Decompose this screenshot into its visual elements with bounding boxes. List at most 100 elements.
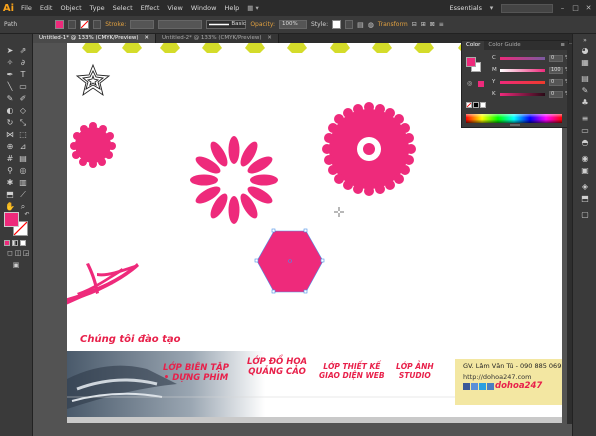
close-tab-icon[interactable]: ✕	[144, 35, 149, 41]
search-input[interactable]	[501, 3, 553, 13]
facebook-icon[interactable]	[463, 383, 470, 390]
menu-type[interactable]: Type	[86, 4, 109, 12]
magenta-value[interactable]: 100	[549, 66, 563, 74]
fill-preview-swatch[interactable]	[466, 57, 476, 67]
tab-color-guide[interactable]: Color Guide	[484, 41, 524, 50]
artboards-icon[interactable]: ⬒	[580, 194, 590, 204]
eraser-tool-icon[interactable]: ◇	[18, 106, 28, 116]
menu-effect[interactable]: Effect	[137, 4, 164, 12]
color-guide-icon[interactable]: ▦	[580, 58, 590, 68]
transform-link[interactable]: Transform	[378, 21, 408, 28]
rectangle-tool-icon[interactable]: ▭	[18, 82, 28, 92]
draw-inside-icon[interactable]: ◲	[21, 248, 31, 258]
close-tab-icon[interactable]: ✕	[267, 35, 272, 41]
mesh-tool-icon[interactable]: #	[5, 154, 15, 164]
symbol-sprayer-tool-icon[interactable]: ✱	[5, 178, 15, 188]
vertical-scrollbar[interactable]	[567, 44, 572, 424]
magic-wand-tool-icon[interactable]: ✧	[5, 58, 15, 68]
bridge-icon[interactable]: ▦ ▾	[243, 4, 262, 12]
tab-untitled-2[interactable]: Untitled-2* @ 133% (CMYK/Preview) ✕	[155, 34, 279, 43]
eyedropper-tool-icon[interactable]: ⚲	[5, 166, 15, 176]
swatches-icon[interactable]: ▤	[580, 74, 590, 84]
tab-untitled-1[interactable]: Untitled-1* @ 133% (CMYK/Preview) ✕	[33, 34, 156, 43]
yellow-value[interactable]: 0	[549, 78, 563, 86]
menu-edit[interactable]: Edit	[36, 4, 57, 12]
artboard-tool-icon[interactable]: ⬒	[5, 190, 15, 200]
column-graph-tool-icon[interactable]: ▥	[18, 178, 28, 188]
pencil-tool-icon[interactable]: ✐	[18, 94, 28, 104]
blend-tool-icon[interactable]: ◎	[18, 166, 28, 176]
black-swatch[interactable]	[473, 102, 479, 108]
symbols-icon[interactable]: ♣	[580, 98, 590, 108]
rotate-tool-icon[interactable]: ↻	[5, 118, 15, 128]
black-slider[interactable]	[500, 92, 545, 96]
stroke-swatch[interactable]	[80, 20, 90, 29]
youtube-icon[interactable]	[471, 383, 478, 390]
panel-resize-handle[interactable]	[510, 124, 520, 126]
lasso-tool-icon[interactable]: ∂	[18, 58, 28, 68]
workspace-switcher[interactable]: Essentials	[449, 4, 482, 12]
variable-width-field[interactable]	[158, 20, 203, 29]
fill-swatch[interactable]	[55, 20, 65, 29]
yellow-slider[interactable]	[500, 80, 545, 84]
minimize-icon[interactable]: –	[559, 4, 566, 12]
perspective-grid-tool-icon[interactable]: ⊿	[18, 142, 28, 152]
skype-icon[interactable]	[479, 383, 486, 390]
graphic-style-swatch[interactable]	[332, 20, 342, 29]
menu-help[interactable]: Help	[220, 4, 243, 12]
width-tool-icon[interactable]: ⋈	[5, 130, 15, 140]
opacity-label[interactable]: Opacity:	[250, 21, 275, 28]
chevron-down-icon[interactable]: ▾	[488, 4, 495, 12]
google-icon[interactable]	[487, 383, 494, 390]
line-tool-icon[interactable]: ╲	[5, 82, 15, 92]
blob-brush-tool-icon[interactable]: ◐	[5, 106, 15, 116]
selection-tool-icon[interactable]: ➤	[5, 46, 15, 56]
appearance-icon[interactable]: ◉	[580, 154, 590, 164]
menu-window[interactable]: Window	[187, 4, 221, 12]
align-left-icon[interactable]: ⊟	[412, 21, 417, 28]
website-link[interactable]: http://dohoa247.com	[463, 373, 531, 381]
warning-icon[interactable]: ◎	[467, 80, 472, 87]
paintbrush-tool-icon[interactable]: ✎	[5, 94, 15, 104]
magenta-slider[interactable]	[500, 68, 545, 72]
stroke-label[interactable]: Stroke:	[105, 21, 126, 28]
free-transform-tool-icon[interactable]: ⬚	[18, 130, 28, 140]
pen-tool-icon[interactable]: ✒	[5, 70, 15, 80]
color-panel-icon[interactable]: ◕	[580, 46, 590, 56]
align-icon[interactable]: ▤	[357, 21, 364, 29]
stroke-icon[interactable]: ≡	[580, 114, 590, 124]
type-tool-icon[interactable]: T	[18, 70, 28, 80]
opacity-field[interactable]: 100%	[279, 20, 307, 29]
black-value[interactable]: 0	[549, 90, 563, 98]
fill-color-swatch-front[interactable]	[4, 212, 19, 227]
layers-icon[interactable]: ◈	[580, 182, 590, 192]
menu-view[interactable]: View	[163, 4, 186, 12]
none-swatch[interactable]	[466, 102, 472, 108]
color-spectrum-bar[interactable]	[466, 114, 562, 123]
graphic-styles-icon[interactable]: ▣	[580, 166, 590, 176]
direct-selection-tool-icon[interactable]: ⇗	[18, 46, 28, 56]
slice-tool-icon[interactable]: ⟋	[18, 190, 28, 200]
fill-dropdown[interactable]	[68, 20, 77, 29]
brushes-icon[interactable]: ✎	[580, 86, 590, 96]
stroke-weight-field[interactable]	[130, 20, 155, 29]
gradient-mode-button[interactable]	[12, 240, 18, 246]
recolor-icon[interactable]: ◍	[368, 21, 374, 29]
transparency-icon[interactable]: ◓	[580, 138, 590, 148]
white-swatch[interactable]	[480, 102, 486, 108]
color-mode-button[interactable]	[4, 240, 10, 246]
none-mode-button[interactable]	[20, 240, 26, 246]
cyan-value[interactable]: 0	[549, 54, 563, 62]
collapse-panels-icon[interactable]: »	[580, 36, 590, 46]
gradient-icon[interactable]: ▭	[580, 126, 590, 136]
stroke-dropdown[interactable]	[93, 20, 102, 29]
brush-definition-field[interactable]: Basic	[206, 20, 247, 29]
distribute-icon[interactable]: ⊠	[430, 21, 435, 28]
panel-menu-icon[interactable]: ≡	[439, 21, 444, 28]
menu-file[interactable]: File	[17, 4, 36, 12]
swap-colors-icon[interactable]: ↶	[22, 210, 32, 220]
menu-select[interactable]: Select	[109, 4, 137, 12]
hand-tool-icon[interactable]: ✋	[5, 202, 15, 212]
navigator-icon[interactable]: ▢	[580, 210, 590, 220]
screen-mode-icon[interactable]: ▣	[11, 260, 21, 270]
